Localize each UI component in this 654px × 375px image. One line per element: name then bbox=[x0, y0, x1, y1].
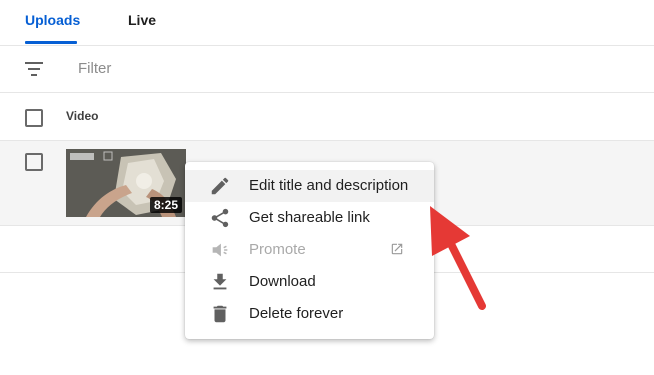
trash-icon bbox=[213, 305, 227, 323]
pencil-icon bbox=[211, 177, 229, 195]
filter-bar: Filter bbox=[0, 46, 654, 93]
tab-bar: Uploads Live bbox=[0, 0, 654, 46]
uploads-page: Uploads Live Filter Video 8:25 Edit titl… bbox=[0, 0, 654, 375]
download-icon bbox=[213, 273, 227, 290]
filter-icon[interactable] bbox=[25, 62, 43, 76]
share-icon bbox=[211, 208, 229, 228]
megaphone-icon bbox=[212, 243, 228, 257]
active-tab-indicator bbox=[25, 41, 77, 44]
filter-input[interactable]: Filter bbox=[78, 60, 111, 77]
menu-item-delete[interactable]: Delete forever bbox=[185, 298, 434, 330]
video-thumbnail[interactable]: 8:25 bbox=[66, 149, 186, 217]
video-options-menu: Edit title and description Get shareable… bbox=[185, 162, 434, 339]
video-duration: 8:25 bbox=[149, 197, 182, 213]
table-header: Video bbox=[0, 93, 654, 141]
menu-item-label: Download bbox=[249, 273, 316, 290]
menu-item-get-link[interactable]: Get shareable link bbox=[185, 202, 434, 234]
row-checkbox[interactable] bbox=[25, 153, 43, 171]
tab-live[interactable]: Live bbox=[128, 12, 156, 28]
menu-item-download[interactable]: Download bbox=[185, 266, 434, 298]
menu-item-label: Edit title and description bbox=[249, 177, 409, 194]
video-column-header: Video bbox=[66, 109, 99, 123]
external-link-icon bbox=[391, 243, 403, 255]
menu-item-label: Delete forever bbox=[249, 305, 344, 322]
annotation-arrow-icon bbox=[430, 206, 486, 310]
tab-uploads[interactable]: Uploads bbox=[25, 12, 80, 28]
menu-item-label: Get shareable link bbox=[249, 209, 370, 226]
menu-item-edit-title[interactable]: Edit title and description bbox=[185, 170, 434, 202]
menu-item-label: Promote bbox=[249, 241, 306, 258]
menu-item-promote[interactable]: Promote bbox=[185, 234, 434, 266]
select-all-checkbox[interactable] bbox=[25, 109, 43, 127]
